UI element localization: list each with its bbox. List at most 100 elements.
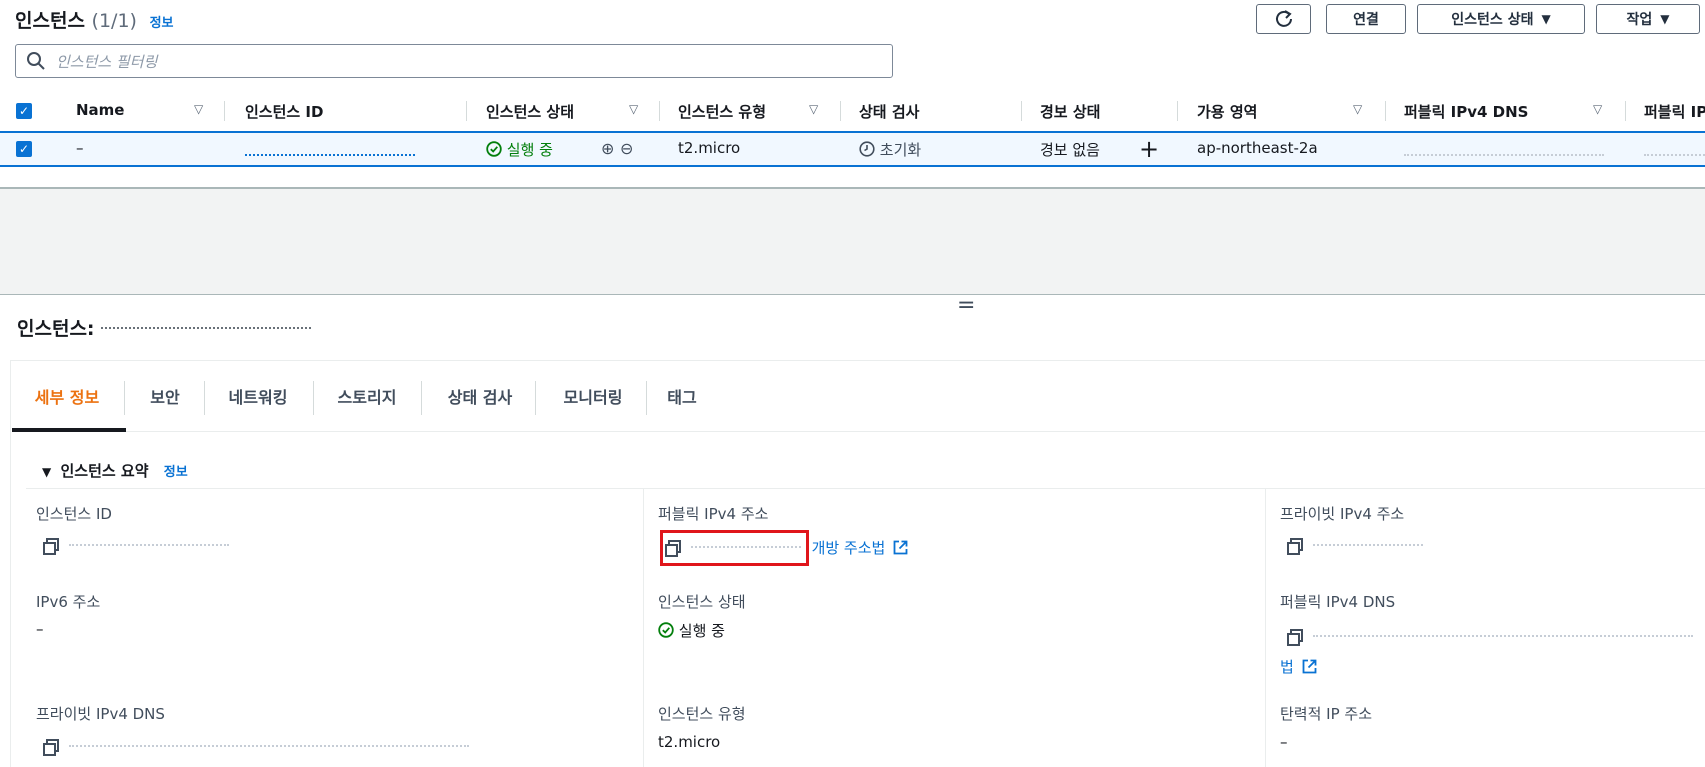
cell-availability-zone: ap-northeast-2a [1197,139,1318,157]
instance-id-label: 인스턴스 ID [36,505,112,523]
column-divider[interactable] [840,101,841,121]
caret-down-icon: ▼ [42,465,52,479]
tab-status-checks[interactable]: 상태 검사 [435,378,525,432]
external-link-icon[interactable] [893,540,908,555]
col-instance-state[interactable]: 인스턴스 상태 [486,101,574,122]
tab-label: 세부 정보 [34,388,100,407]
search-input[interactable]: 인스턴스 필터링 [15,44,893,78]
tab-divider [204,381,205,415]
external-link-icon[interactable] [1302,659,1317,674]
detail-instance-id-masked [101,318,312,340]
tab-networking[interactable]: 네트워킹 [218,378,298,432]
tab-security[interactable]: 보안 [138,378,192,432]
refresh-button[interactable] [1256,4,1311,34]
cell-instance-id-masked[interactable] [245,147,415,165]
tab-label: 모니터링 [563,388,623,407]
tab-label: 태그 [667,388,697,407]
col-availability-zone[interactable]: 가용 영역 [1197,101,1257,122]
copy-icon[interactable] [1287,629,1303,646]
cell-instance-type: t2.micro [678,139,741,157]
private-dns-label: 프라이빗 IPv4 DNS [36,705,165,723]
column-divider[interactable] [1021,101,1022,121]
column-divider [643,489,644,767]
column-divider[interactable] [224,101,225,121]
tab-divider [646,381,647,415]
splitter-handle[interactable]: = [957,293,975,318]
column-divider [1265,489,1266,767]
sort-icon[interactable]: ▽ [194,102,203,116]
cell-alarm-status: 경보 없음 [1040,141,1100,159]
copy-icon[interactable] [1287,538,1303,555]
column-divider[interactable] [1177,101,1178,121]
check-circle-icon [486,141,502,157]
copy-icon[interactable] [43,538,59,555]
public-ipv4-label: 퍼블릭 IPv4 주소 [658,505,769,523]
instance-type-value: t2.micro [658,733,721,751]
search-icon [27,52,45,70]
check-circle-icon [658,622,674,638]
instance-count: (1/1) [91,10,137,32]
tab-details[interactable]: 세부 정보 [26,378,108,432]
sort-icon[interactable]: ▽ [809,102,818,116]
sort-icon[interactable]: ▽ [1593,102,1602,116]
summary-title: 인스턴스 요약 [60,462,149,480]
column-divider[interactable] [1385,101,1386,121]
highlight-box [660,530,809,566]
public-dns-link-tail[interactable]: 법 [1280,658,1294,676]
row-checkbox[interactable]: ✓ [16,141,32,157]
column-divider[interactable] [466,101,467,121]
private-dns-value [43,738,469,756]
tab-monitoring[interactable]: 모니터링 [549,378,637,432]
zoom-in-icon[interactable]: ⊕ [601,139,614,158]
col-name[interactable]: Name [76,101,124,119]
instance-state-value: 실행 중 [658,620,725,641]
select-all-checkbox[interactable]: ✓ [16,103,32,119]
connect-button[interactable]: 연결 [1326,4,1406,34]
cell-public-ip-masked [1644,147,1705,165]
column-divider[interactable] [1625,101,1626,121]
col-instance-type[interactable]: 인스턴스 유형 [678,101,766,122]
ipv6-value: – [36,620,44,638]
empty-area [0,189,1705,294]
tab-label: 네트워킹 [228,388,288,407]
table-row[interactable]: ✓ – 실행 중 ⊕ ⊖ t2.micro 초기화 경보 없음 + ap-nor… [0,131,1705,167]
col-public-dns[interactable]: 퍼블릭 IPv4 DNS [1404,101,1528,122]
info-link[interactable]: 정보 [164,465,188,480]
tab-label: 스토리지 [337,388,397,407]
tab-storage[interactable]: 스토리지 [328,378,406,432]
col-instance-id[interactable]: 인스턴스 ID [245,101,323,122]
private-ipv4-label: 프라이빗 IPv4 주소 [1280,505,1405,523]
info-link[interactable]: 정보 [150,16,174,31]
splitter-line [0,294,1705,295]
public-dns-link[interactable]: 법 [1280,656,1317,677]
instance-id-value [43,537,229,555]
private-ipv4-value [1287,537,1423,555]
copy-icon[interactable] [43,739,59,756]
zoom-out-icon[interactable]: ⊖ [620,139,633,158]
actions-label: 작업 [1626,12,1653,28]
instance-state-text: 실행 중 [678,622,725,640]
table-header: ✓ Name ▽ 인스턴스 ID 인스턴스 상태 ▽ 인스턴스 유형 ▽ 상태 … [0,95,1705,127]
col-public-ip[interactable]: 퍼블릭 IP [1644,101,1705,122]
masked-value [1312,544,1423,549]
actions-button[interactable]: 작업 ▼ [1596,4,1700,34]
tab-divider [421,381,422,415]
cell-status-check: 초기화 [859,139,921,160]
open-address-link[interactable]: 개방 주소법 [812,539,886,557]
col-alarm-status[interactable]: 경보 상태 [1040,101,1100,122]
tab-divider [535,381,536,415]
tab-tags[interactable]: 태그 [660,378,704,432]
tab-divider [124,381,125,415]
active-tab-underline [12,428,126,432]
instance-state-button[interactable]: 인스턴스 상태 ▼ [1417,4,1585,34]
col-status-check[interactable]: 상태 검사 [859,101,919,122]
sort-icon[interactable]: ▽ [1353,102,1362,116]
instance-state-label: 인스턴스 상태 [658,593,746,611]
masked-value [68,745,469,750]
summary-header[interactable]: ▼ 인스턴스 요약 정보 [42,460,188,481]
public-dns-value [1287,628,1693,646]
add-alarm-icon[interactable]: + [1139,135,1159,163]
refresh-icon [1275,10,1292,27]
column-divider[interactable] [659,101,660,121]
sort-icon[interactable]: ▽ [629,102,638,116]
